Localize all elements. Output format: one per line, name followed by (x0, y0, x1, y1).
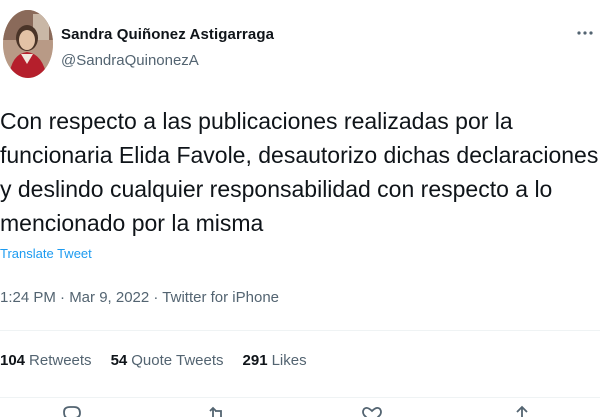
retweets-label: Retweets (29, 352, 92, 369)
divider (0, 330, 600, 331)
user-handle[interactable]: @SandraQuinonezA (61, 52, 199, 69)
share-icon[interactable] (510, 403, 534, 417)
display-name[interactable]: Sandra Quiñonez Astigarraga (61, 26, 274, 43)
likes-label: Likes (271, 352, 307, 369)
action-bar (0, 403, 600, 417)
more-icon[interactable] (574, 22, 596, 44)
likes-stat[interactable]: 291 Likes (243, 352, 307, 369)
translate-tweet-link[interactable]: Translate Tweet (0, 246, 92, 261)
tweet-timestamp[interactable]: 1:24 PM · Mar 9, 2022 · Twitter for iPho… (0, 289, 279, 306)
retweet-icon[interactable] (205, 403, 229, 417)
retweets-stat[interactable]: 104 Retweets (0, 352, 92, 369)
retweets-count: 104 (0, 352, 26, 369)
tweet-text: Con respecto a las publicaciones realiza… (0, 108, 599, 236)
avatar[interactable] (3, 10, 53, 78)
avatar-image (3, 10, 53, 78)
divider (0, 397, 600, 398)
tweet-card: Sandra Quiñonez Astigarraga @SandraQuino… (0, 0, 600, 417)
like-icon[interactable] (360, 403, 384, 417)
likes-count: 291 (242, 352, 268, 369)
quote-tweets-count: 54 (110, 352, 128, 369)
engagement-stats: 104 Retweets 54 Quote Tweets 291 Likes (0, 352, 326, 369)
quote-tweets-label: Quote Tweets (131, 352, 224, 369)
reply-icon[interactable] (60, 403, 84, 417)
quote-tweets-stat[interactable]: 54 Quote Tweets (111, 352, 224, 369)
